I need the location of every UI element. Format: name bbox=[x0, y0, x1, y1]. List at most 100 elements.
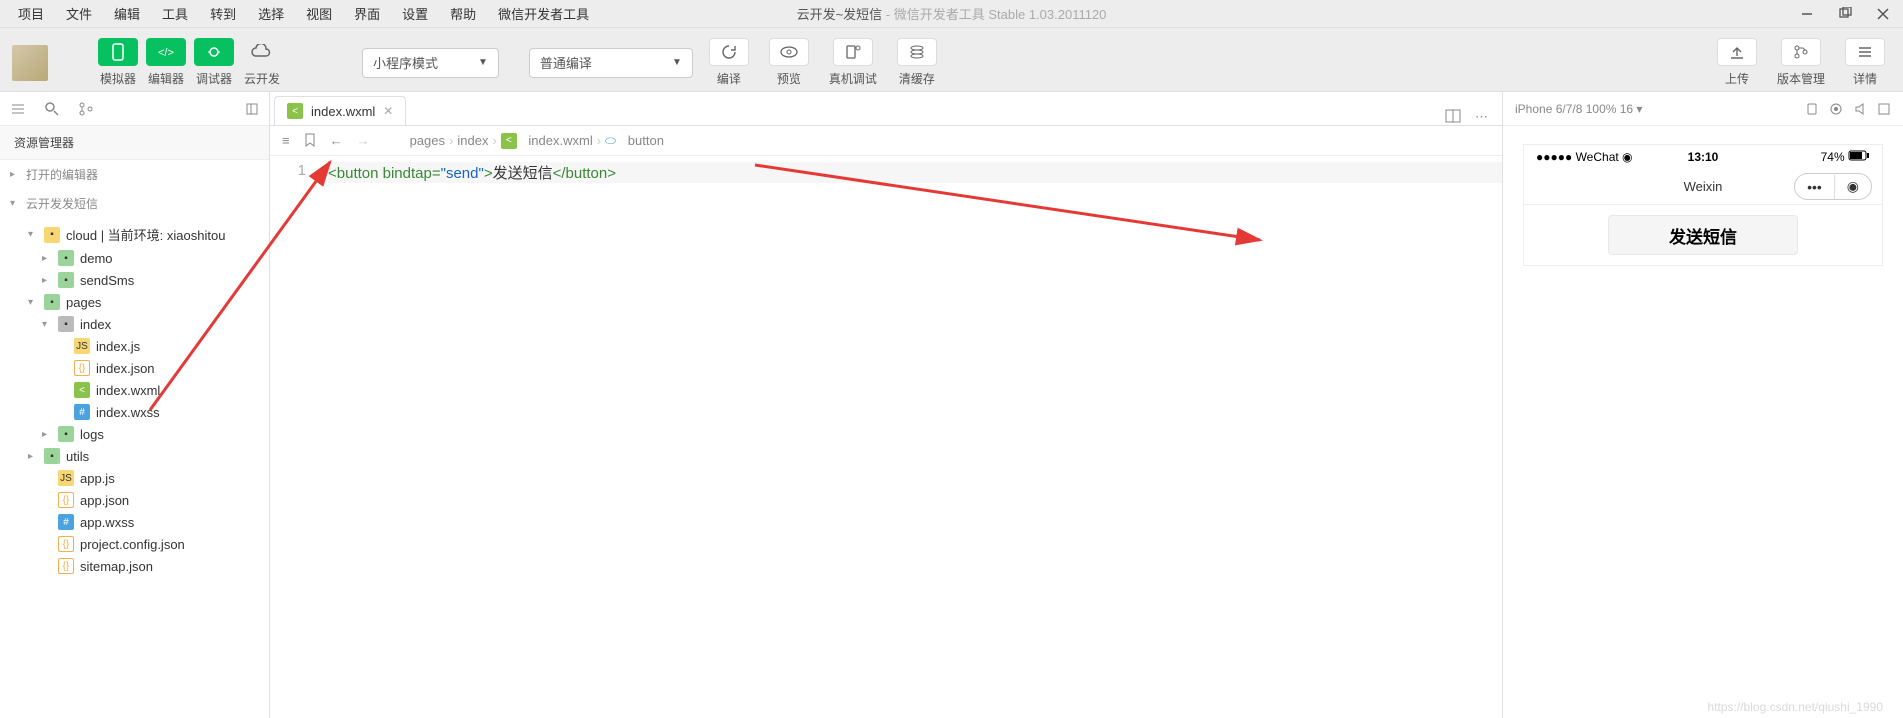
collapse-icon[interactable] bbox=[245, 102, 259, 116]
forward-icon[interactable]: → bbox=[357, 133, 370, 148]
editor-button[interactable]: </> 编辑器 bbox=[146, 38, 186, 87]
tree-item[interactable]: <index.wxml bbox=[0, 379, 269, 401]
crumb-file[interactable]: < index.wxml bbox=[501, 133, 593, 149]
detail-button[interactable]: 详情 bbox=[1839, 38, 1891, 87]
crumb-index[interactable]: index bbox=[457, 133, 488, 149]
tab-label: index.wxml bbox=[311, 104, 375, 119]
popout-icon[interactable] bbox=[1877, 102, 1891, 116]
menu-view[interactable]: 视图 bbox=[296, 2, 342, 25]
stack-icon bbox=[897, 38, 937, 66]
more-icon[interactable]: ⋯ bbox=[1475, 109, 1488, 125]
mute-icon[interactable] bbox=[1853, 102, 1867, 116]
tree-item[interactable]: #index.wxss bbox=[0, 401, 269, 423]
debugger-button[interactable]: 调试器 bbox=[194, 38, 234, 87]
chevron-icon: ▸ bbox=[42, 253, 52, 264]
tree-item[interactable]: {}sitemap.json bbox=[0, 555, 269, 577]
avatar[interactable] bbox=[12, 45, 48, 81]
bookmark-icon[interactable] bbox=[304, 133, 316, 148]
menu-select[interactable]: 选择 bbox=[248, 2, 294, 25]
crumb-button[interactable]: ⬭ button bbox=[605, 133, 664, 149]
simulator-button[interactable]: 模拟器 bbox=[98, 38, 138, 87]
status-bar: ●●●●● WeChat ◉ 13:10 74% bbox=[1524, 145, 1882, 169]
file-icon: ▪ bbox=[58, 316, 74, 332]
tree-item[interactable]: ▾▪pages bbox=[0, 291, 269, 313]
tree-item-label: project.config.json bbox=[80, 537, 185, 552]
tree-item[interactable]: JSindex.js bbox=[0, 335, 269, 357]
breadcrumb-bar: ≡ ← → pages› index› < index.wxml› ⬭ butt… bbox=[270, 126, 1502, 156]
back-icon[interactable]: ← bbox=[330, 133, 343, 148]
clear-cache-button[interactable]: 清缓存 bbox=[891, 38, 943, 87]
menu-file[interactable]: 文件 bbox=[56, 2, 102, 25]
device-selector[interactable]: iPhone 6/7/8 100% 16 ▾ bbox=[1515, 102, 1642, 116]
record-icon[interactable] bbox=[1829, 102, 1843, 116]
capsule-button[interactable]: ••• ◉ bbox=[1794, 173, 1872, 200]
search-icon[interactable] bbox=[44, 101, 60, 117]
wxml-icon: < bbox=[501, 133, 517, 149]
maximize-icon[interactable] bbox=[1833, 2, 1857, 26]
tree-item[interactable]: #app.wxss bbox=[0, 511, 269, 533]
rotate-icon[interactable] bbox=[1805, 102, 1819, 116]
compile-button[interactable]: 编译 bbox=[703, 38, 755, 87]
code-area[interactable]: 1 <button bindtap="send">发送短信</button> bbox=[270, 156, 1502, 718]
preview-button[interactable]: 预览 bbox=[763, 38, 815, 87]
open-editors-header[interactable]: ▸打开的编辑器 bbox=[0, 160, 269, 189]
tree-item-label: app.json bbox=[80, 493, 129, 508]
file-tree: ▾▪cloud | 当前环境: xiaoshitou▸▪demo▸▪sendSm… bbox=[0, 218, 269, 581]
crumb-pages[interactable]: pages bbox=[410, 133, 445, 149]
project-header[interactable]: ▾云开发发短信 bbox=[0, 189, 269, 218]
file-icon: ▪ bbox=[58, 250, 74, 266]
tree-item-label: cloud | 当前环境: xiaoshitou bbox=[66, 225, 225, 244]
capsule-menu-icon[interactable]: ••• bbox=[1795, 175, 1835, 199]
device-icon bbox=[833, 38, 873, 66]
send-sms-button[interactable]: 发送短信 bbox=[1608, 215, 1798, 255]
tree-item[interactable]: ▸▪demo bbox=[0, 247, 269, 269]
menu-settings[interactable]: 设置 bbox=[392, 2, 438, 25]
tree-item[interactable]: ▸▪logs bbox=[0, 423, 269, 445]
phone-icon bbox=[98, 38, 138, 66]
file-icon: {} bbox=[58, 558, 74, 574]
menu-tool[interactable]: 工具 bbox=[152, 2, 198, 25]
refresh-icon bbox=[709, 38, 749, 66]
file-icon: # bbox=[74, 404, 90, 420]
close-tab-icon[interactable]: ✕ bbox=[383, 104, 393, 118]
menu-help[interactable]: 帮助 bbox=[440, 2, 486, 25]
upload-button[interactable]: 上传 bbox=[1711, 38, 1763, 87]
list-icon[interactable] bbox=[10, 102, 26, 116]
git-icon[interactable] bbox=[78, 101, 94, 117]
capsule-close-icon[interactable]: ◉ bbox=[1835, 174, 1871, 199]
tree-item-label: index.json bbox=[96, 361, 155, 376]
file-icon: ▪ bbox=[58, 426, 74, 442]
cloud-button[interactable]: 云开发 bbox=[242, 38, 282, 87]
tree-item[interactable]: {} app.json bbox=[0, 489, 269, 511]
tree-item[interactable]: JSapp.js bbox=[0, 467, 269, 489]
tab-index-wxml[interactable]: < index.wxml ✕ bbox=[274, 96, 406, 125]
outline-icon[interactable]: ≡ bbox=[282, 133, 290, 148]
tree-item[interactable]: ▾▪index bbox=[0, 313, 269, 335]
tree-item[interactable]: ▾▪cloud | 当前环境: xiaoshitou bbox=[0, 222, 269, 247]
menu-edit[interactable]: 编辑 bbox=[104, 2, 150, 25]
menu-project[interactable]: 项目 bbox=[8, 2, 54, 25]
compile-mode-dropdown[interactable]: 普通编译 ▼ bbox=[529, 48, 693, 78]
tree-item[interactable]: ▸▪sendSms bbox=[0, 269, 269, 291]
compile-group: 编译 预览 真机调试 清缓存 bbox=[703, 38, 943, 87]
file-icon: ▪ bbox=[58, 272, 74, 288]
split-icon[interactable] bbox=[1445, 109, 1461, 125]
tree-item-label: index bbox=[80, 317, 111, 332]
file-icon: {} bbox=[58, 492, 74, 508]
close-icon[interactable] bbox=[1871, 2, 1895, 26]
mode-dropdown[interactable]: 小程序模式 ▼ bbox=[362, 48, 499, 78]
tree-item-label: sendSms bbox=[80, 273, 134, 288]
version-button[interactable]: 版本管理 bbox=[1771, 38, 1831, 87]
tree-item[interactable]: {} project.config.json bbox=[0, 533, 269, 555]
file-icon: {} bbox=[58, 536, 74, 552]
tree-item-label: pages bbox=[66, 295, 101, 310]
menu-devtools[interactable]: 微信开发者工具 bbox=[488, 2, 599, 25]
tree-item[interactable]: {}index.json bbox=[0, 357, 269, 379]
code-content[interactable]: <button bindtap="send">发送短信</button> bbox=[318, 156, 1502, 718]
minimize-icon[interactable] bbox=[1795, 2, 1819, 26]
menu-goto[interactable]: 转到 bbox=[200, 2, 246, 25]
menu-interface[interactable]: 界面 bbox=[344, 2, 390, 25]
svg-text:</>: </> bbox=[158, 47, 174, 59]
remote-debug-button[interactable]: 真机调试 bbox=[823, 38, 883, 87]
tree-item[interactable]: ▸▪utils bbox=[0, 445, 269, 467]
